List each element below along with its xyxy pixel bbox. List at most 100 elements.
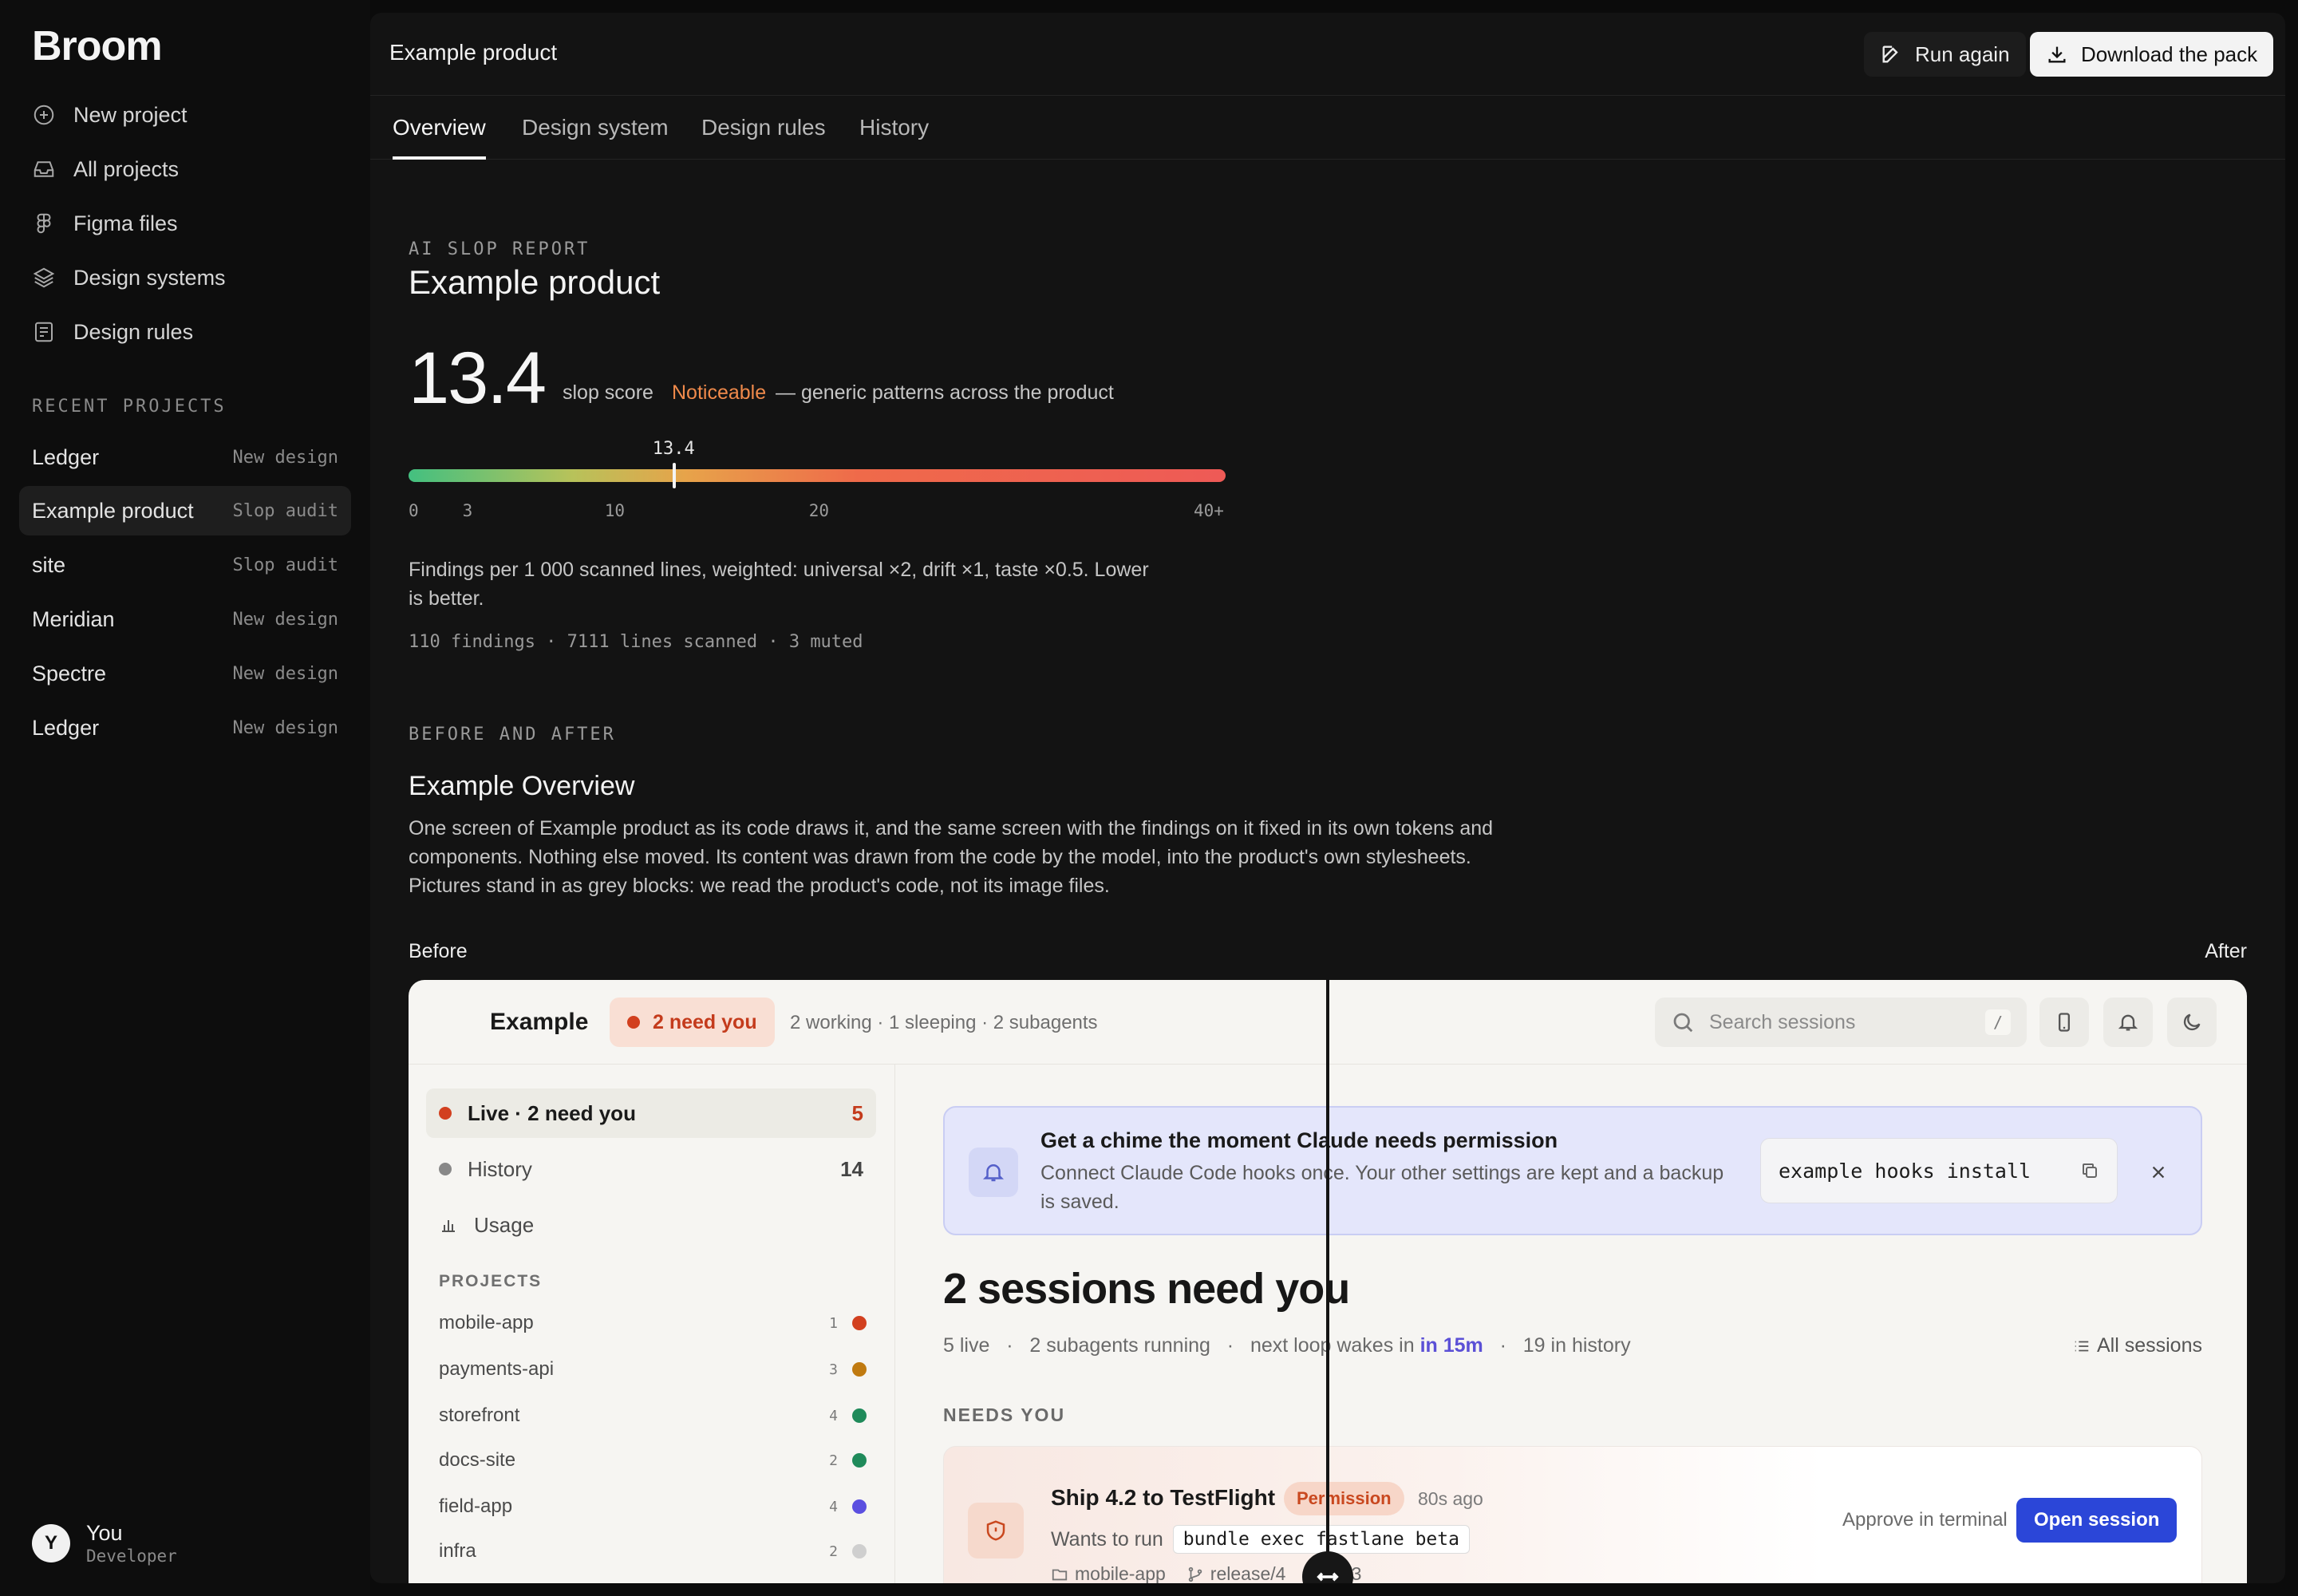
recent-project-item[interactable]: Ledger New design [19,703,351,753]
nav-new-project[interactable]: New project [32,97,188,132]
nav-label: Design systems [73,265,226,290]
meter-marker [672,463,676,488]
preview-banner-title: Get a chime the moment Claude needs perm… [1040,1128,1558,1152]
before-after-eyebrow: BEFORE AND AFTER [409,725,616,745]
preview-card-wants-label: Wants to run [1051,1527,1163,1551]
preview-projects-heading: PROJECTS [439,1272,543,1290]
findings-note: Findings per 1 000 scanned lines, weight… [409,559,1149,610]
report-title: Example product [409,263,661,301]
nav-design-rules[interactable]: Design rules [32,314,193,350]
status-dot [439,1107,452,1120]
bell-icon [982,1164,1005,1182]
recent-project-item[interactable]: Ledger New design [19,433,351,482]
slop-score-label: slop score [563,381,653,404]
preview-project-count: 3 [829,1361,838,1378]
status-dot [439,1163,452,1175]
inbox-icon [34,161,54,177]
preview-session-card: Ship 4.2 to TestFlight Permission 80s ag… [943,1446,2202,1583]
moon-icon [2183,1013,2201,1031]
download-icon [2048,46,2066,63]
user-menu[interactable]: Y You Developer [32,1520,177,1566]
download-pack-button[interactable]: Download the pack [2030,32,2274,77]
download-label: Download the pack [2081,41,2258,66]
preview-nav-history: History 14 [426,1144,876,1194]
slop-score-rating: Noticeable [672,381,767,404]
preview-theme-button [2167,998,2217,1047]
user-role: Developer [86,1547,177,1566]
preview-nav-count: 5 [851,1100,863,1125]
recent-project-item[interactable]: Meridian New design [19,595,351,644]
edit-icon [1882,45,1898,63]
nav-all-projects[interactable]: All projects [32,152,179,187]
recent-project-tag: New design [232,717,338,738]
sidebar: Broom New project All projects Figma fil… [0,0,370,1596]
before-after-preview[interactable]: Example 2 need you 2 working · 1 sleepin… [409,980,2247,1583]
preview-project-name: payments-api [439,1358,555,1380]
nav-design-systems[interactable]: Design systems [32,260,226,295]
recent-project-item-active[interactable]: Example product Slop audit [19,486,351,535]
preview-command-box: example hooks install [1760,1138,2118,1203]
compare-divider[interactable] [1326,980,1329,1583]
layers-icon [33,267,55,288]
preview-next-loop: next loo [1250,1334,1321,1357]
recent-project-item[interactable]: Spectre New design [19,649,351,698]
main-panel: Example product Run again Download the p… [370,13,2285,1583]
nav-label: All projects [73,156,180,181]
bell-icon [2118,1014,2138,1031]
tab-design-system[interactable]: Design system [522,96,669,160]
meter-tick-label: 20 [808,501,830,520]
app-logo[interactable]: Broom [32,22,163,70]
run-again-button[interactable]: Run again [1864,32,2026,77]
preview-card-branch: release/4 [1210,1563,1286,1583]
tab-overview[interactable]: Overview [393,96,486,160]
preview-card-pill: Permission [1284,1482,1404,1515]
preview-approve-in-terminal: Approve in terminal [1842,1509,2008,1531]
list-icon [2075,1341,2089,1351]
preview-card-command: bundle exec fastlane beta [1172,1525,1470,1554]
preview-card-time: 80s ago [1418,1488,1483,1509]
preview-project-name: docs-site [439,1449,516,1471]
search-icon [1673,1013,1693,1033]
recent-project-name: Ledger [32,444,100,469]
plus-circle-icon [34,105,54,125]
findings-stats: 110 findings · 7111 lines scanned · 3 mu… [409,632,863,652]
preview-project-count: 2 [829,1543,838,1560]
recent-project-name: Example product [32,498,194,523]
recent-project-tag: New design [232,663,338,684]
preview-card-title: Ship 4.2 to TestFlight [1051,1485,1276,1510]
preview-nav-live: Live · 2 need you 5 [426,1088,876,1138]
recent-project-item[interactable]: site Slop audit [19,540,351,590]
preview-status-text: 2 working · 1 sleeping · 2 subagents [790,1012,1098,1033]
figma-icon [37,213,51,234]
recent-project-tag: Slop audit [232,555,338,575]
preview-hooks-banner: Get a chime the moment Claude needs perm… [943,1106,2202,1235]
tab-design-rules[interactable]: Design rules [701,96,826,160]
preview-sidebar: Live · 2 need you 5 History 14 Usage PRO… [409,1065,895,1583]
preview-phone-button [2039,998,2089,1047]
rules-list-icon [35,322,53,342]
nav-label: New project [73,102,188,127]
nav-figma-files[interactable]: Figma files [32,206,178,241]
preview-need-pill: 2 need you [610,998,775,1047]
preview-search: Search sessions / [1655,998,2027,1047]
recent-project-tag: Slop audit [232,500,338,521]
status-dot [852,1316,867,1330]
preview-project-count: 4 [829,1407,838,1424]
preview-nav-label: Live · 2 need you [468,1100,636,1125]
preview-project-item: docs-site 2 [439,1444,867,1476]
preview-brand: Example [490,1009,589,1035]
tab-history[interactable]: History [859,96,929,160]
preview-project-name: field-app [439,1495,513,1517]
slop-score-description: — generic patterns across the product [776,381,1114,404]
phone-icon [2059,1013,2070,1032]
close-icon [2152,1166,2165,1179]
preview-heading: 2 sessions need you [943,1265,1350,1313]
before-after-title: Example Overview [409,771,635,801]
preview-project-count: 4 [829,1498,838,1515]
preview-card-wants: Wants to run bundle exec fastlane beta [1051,1525,1470,1554]
preview-project-name: storefront [439,1404,520,1426]
preview-open-session-button: Open session [2016,1498,2178,1543]
top-bar: Example product Run again Download the p… [370,13,2285,96]
preview-needs-heading: NEEDS YOU [943,1404,1066,1425]
preview-project-count: 2 [829,1452,838,1469]
